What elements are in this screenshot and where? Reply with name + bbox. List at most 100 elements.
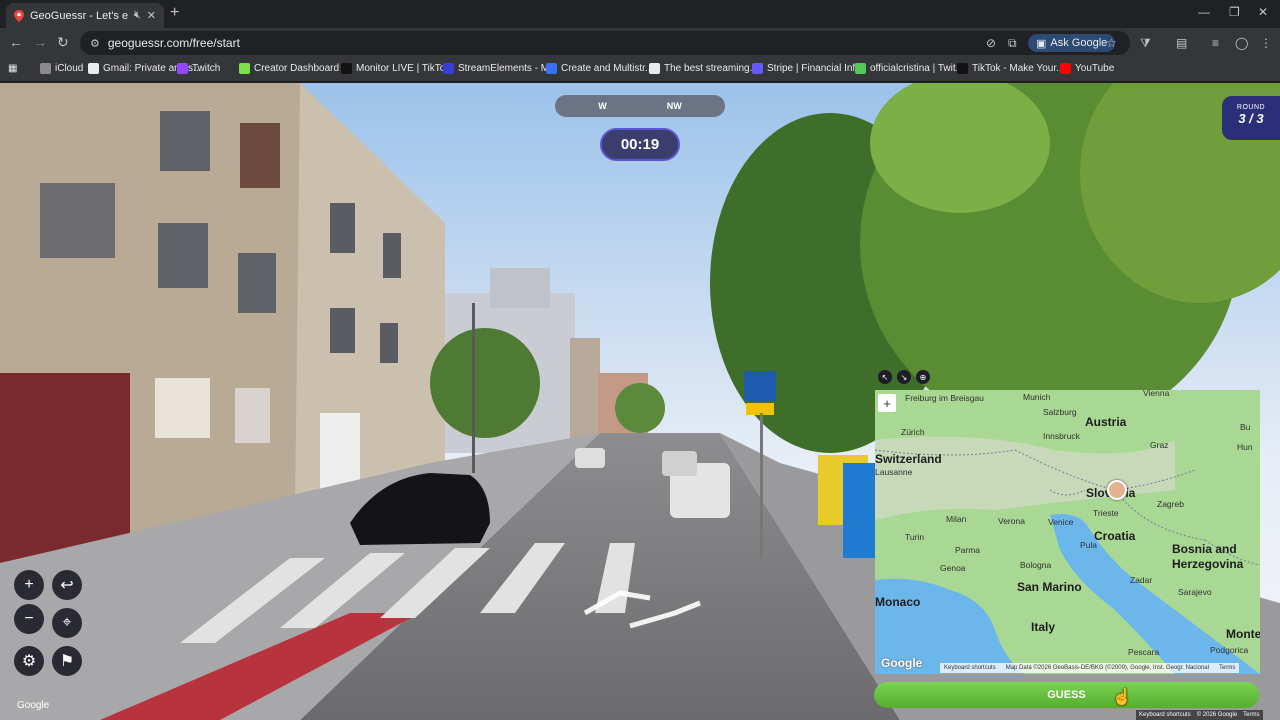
ask-google-button[interactable]: ▣ Ask Google [1028, 34, 1116, 52]
footer-attribution: Keyboard shortcuts © 2026 Google Terms [1136, 710, 1263, 720]
tab-strip: GeoGuessr - Let's explore t 🔇︎ ✕ + — ❐ ✕ [0, 0, 1280, 28]
map-country-label: Monte [1226, 627, 1260, 641]
map-city-label: Bologna [1020, 560, 1052, 570]
map-city-label: Graz [1150, 440, 1169, 450]
bookmark-favicon-icon [177, 63, 188, 74]
browser-toolbar: ← → ↻ ⚙ geoguessr.com/free/start ⊘ ⧉ ▣ A… [0, 28, 1280, 58]
bookmark-item[interactable]: StreamElements - M... [443, 63, 557, 74]
location-pin-icon[interactable]: ⌖ [52, 608, 82, 638]
site-info-icon[interactable]: ⚙ [90, 37, 100, 50]
map-city-label: Zürich [901, 427, 925, 437]
restore-icon[interactable]: ❐ [1229, 5, 1240, 19]
round-label: ROUND [1236, 104, 1266, 111]
map-country-label: San Marino [1017, 580, 1082, 594]
bookmark-star-icon[interactable]: ☆ [1106, 36, 1117, 50]
menu-kebab-icon[interactable]: ⋮ [1260, 36, 1272, 50]
bookmark-item[interactable]: Monitor LIVE | TikTo... [341, 63, 454, 74]
map-city-label: Pula [1080, 540, 1098, 550]
bookmark-favicon-icon [40, 63, 51, 74]
map-city-label: Milan [946, 514, 967, 524]
bookmark-item[interactable]: TikTok - Make Your... [957, 63, 1064, 74]
map-city-label: Parma [955, 545, 981, 555]
bookmark-item[interactable]: YouTube [1060, 63, 1114, 74]
map-city-label: Venice [1048, 517, 1074, 527]
back-icon[interactable]: ← [9, 34, 23, 50]
map-city-label: Freiburg im Breisgau [905, 393, 984, 403]
profile-icon[interactable]: ◯ [1235, 36, 1248, 50]
zoom-out-button[interactable]: − [14, 604, 44, 634]
compass-west: W [598, 101, 607, 111]
map-pin-icon[interactable]: ⊕ [916, 370, 930, 384]
forward-icon[interactable]: → [33, 34, 47, 50]
mute-icon[interactable]: 🔇︎ [134, 9, 141, 22]
guess-button[interactable]: GUESS [874, 682, 1259, 708]
app-window: GeoGuessr - Let's explore t 🔇︎ ✕ + — ❐ ✕… [0, 0, 1280, 720]
map-city-label: Bu [1240, 422, 1251, 432]
map-data-credit: Map Data ©2026 GeoBasis-DE/BKG (©2009), … [1005, 665, 1209, 671]
map-google-logo: Google [881, 656, 923, 670]
return-to-start-icon[interactable]: ↩ [52, 570, 82, 600]
map-expand-icon[interactable]: ↖ [878, 370, 892, 384]
bookmark-item[interactable]: Creator Dashboard |... [239, 63, 353, 74]
tab-close-icon[interactable]: ✕ [147, 9, 156, 22]
bookmark-item[interactable]: iCloud [40, 63, 83, 74]
bookmark-favicon-icon [239, 63, 250, 74]
media-icon[interactable]: ≡ [1212, 36, 1219, 50]
reload-icon[interactable]: ↻ [57, 34, 69, 51]
map-terms-link[interactable]: Terms [1219, 665, 1235, 671]
bookmark-label: The best streaming... [664, 63, 758, 74]
tab-title: GeoGuessr - Let's explore t [30, 9, 128, 22]
side-panel-icon[interactable]: ▤ [1176, 36, 1187, 50]
map-city-label: Turin [905, 532, 925, 542]
bookmark-label: TikTok - Make Your... [972, 63, 1065, 74]
map-city-label: Genoa [940, 563, 966, 573]
install-app-icon[interactable]: ⧉ [1008, 36, 1017, 51]
compass-bar: W NW [555, 95, 725, 117]
minimize-icon[interactable]: — [1198, 5, 1210, 19]
bookmark-item[interactable]: officialcristina | Twit... [855, 63, 964, 74]
bookmark-item[interactable]: The best streaming... [649, 63, 758, 74]
map-city-label: Salzburg [1043, 407, 1077, 417]
zoom-in-button[interactable]: + [14, 570, 44, 600]
bookmarks-bar: ▦ iCloud Gmail: Private and s... Twitch Cre… [0, 58, 1280, 82]
map-size-tools: ↖ ↘ ⊕ [878, 370, 930, 384]
bookmark-favicon-icon [443, 63, 454, 74]
map-country-label: Austria [1085, 415, 1127, 429]
bookmark-favicon-icon [88, 63, 99, 74]
bookmark-item[interactable]: Stripe | Financial Infr... [752, 63, 866, 74]
map-city-label: Innsbruck [1043, 431, 1080, 441]
bookmark-item[interactable]: Twitch [177, 63, 220, 74]
window-close-icon[interactable]: ✕ [1258, 5, 1268, 19]
bookmark-favicon-icon [752, 63, 763, 74]
map-country-label: Croatia [1094, 529, 1136, 543]
round-badge: ROUND 3 / 3 [1222, 96, 1280, 140]
bookmark-favicon-icon [649, 63, 660, 74]
player-avatar-marker [1107, 480, 1127, 500]
eye-slash-icon[interactable]: ⊘ [986, 36, 996, 50]
map-city-label: Lausanne [875, 467, 913, 477]
settings-gear-icon[interactable]: ⚙ [14, 646, 44, 676]
bookmark-label: Stripe | Financial Infr... [767, 63, 867, 74]
map-keyboard-shortcuts-link[interactable]: Keyboard shortcuts [944, 665, 996, 671]
address-bar[interactable]: ⚙ geoguessr.com/free/start [80, 31, 1130, 55]
extensions-icon[interactable]: ⧩ [1140, 36, 1151, 51]
bookmark-label: iCloud [55, 63, 84, 74]
bookmark-label: Twitch [192, 63, 221, 74]
footer-keyboard-shortcuts[interactable]: Keyboard shortcuts [1139, 712, 1191, 718]
bookmark-item[interactable]: Create and Multistr... [546, 63, 653, 74]
map-country-label: Monaco [875, 595, 921, 609]
map-city-label: Pescara [1128, 647, 1160, 657]
bookmark-label: YouTube [1075, 63, 1115, 74]
map-shrink-icon[interactable]: ↘ [897, 370, 911, 384]
guess-map[interactable]: AustriaSwitzerlandSloveniaCroatiaBosnia … [875, 390, 1260, 674]
new-tab-icon[interactable]: + [170, 4, 179, 22]
flag-checkpoint-icon[interactable]: ⚑ [52, 646, 82, 676]
map-city-label: Zadar [1130, 575, 1153, 585]
bookmark-label: Create and Multistr... [561, 63, 654, 74]
round-value: 3 / 3 [1238, 111, 1264, 126]
geoguessr-pin-icon [14, 9, 24, 22]
browser-tab[interactable]: GeoGuessr - Let's explore t 🔇︎ ✕ [6, 3, 164, 28]
map-zoom-in-button[interactable]: + [878, 394, 896, 412]
apps-grid-icon[interactable]: ▦ [8, 63, 17, 74]
footer-terms[interactable]: Terms [1243, 712, 1259, 718]
